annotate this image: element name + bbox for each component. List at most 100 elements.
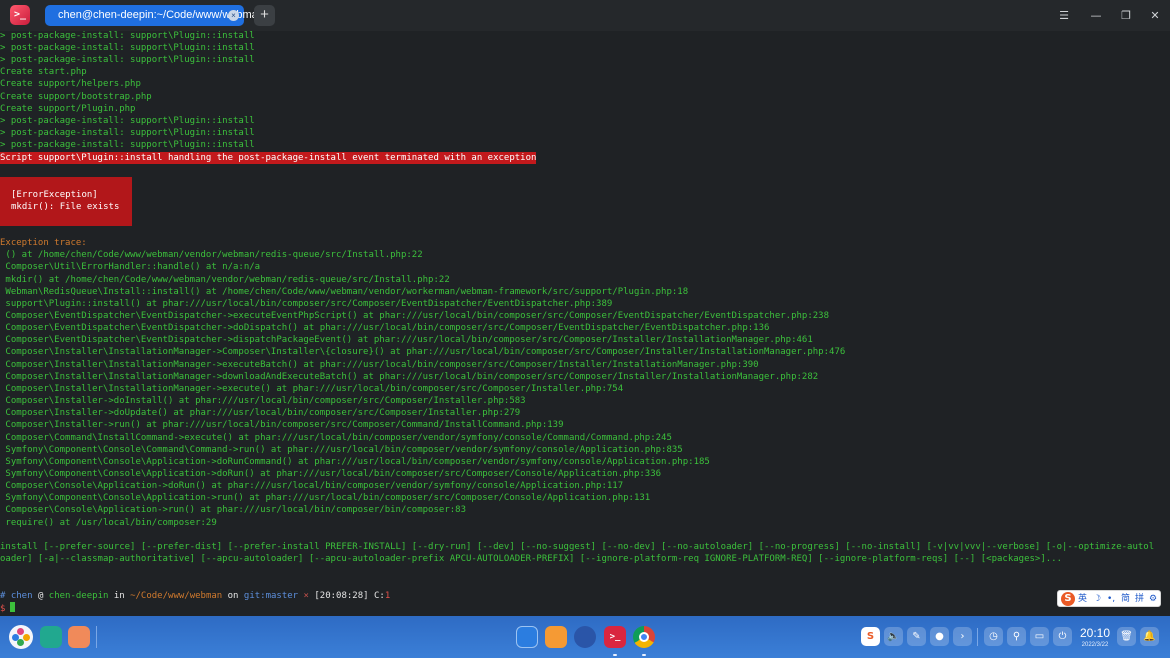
sogou-logo-icon[interactable]: S <box>1061 592 1075 606</box>
usage-line: oader] [-a|--classmap-authoritative] [--… <box>0 554 1063 564</box>
trace-line: Symfony\Component\Console\Application->r… <box>0 493 651 503</box>
trace-header: Exception trace: <box>0 238 87 248</box>
trace-line: Composer\Installer->doUpdate() at phar:/… <box>0 408 521 418</box>
trace-line: Webman\RedisQueue\Install::install() at … <box>0 287 689 297</box>
launcher-petal <box>17 639 24 646</box>
mouse-icon[interactable]: ● <box>930 627 949 646</box>
output-line: Create start.php <box>0 67 87 77</box>
trash-icon[interactable]: 🗑 <box>1117 627 1136 646</box>
output-line: > post-package-install: support\Plugin::… <box>0 43 255 53</box>
prompt-path: ~/Code/www/webman <box>130 591 223 601</box>
trace-line: Symfony\Component\Console\Command\Comman… <box>0 445 683 455</box>
minimize-button[interactable]: — <box>1088 8 1104 24</box>
trace-line: Composer\Installer\InstallationManager->… <box>0 360 759 370</box>
output-line: > post-package-install: support\Plugin::… <box>0 128 255 138</box>
output-line: Create support/helpers.php <box>0 79 141 89</box>
output-line: > post-package-install: support\Plugin::… <box>0 55 255 65</box>
trace-line: Composer\Installer\InstallationManager->… <box>0 347 846 357</box>
trace-line: () at /home/chen/Code/www/webman/vendor/… <box>0 250 423 260</box>
terminal-app-icon: >_ <box>10 5 30 25</box>
trace-line: Composer\Installer->run() at phar:///usr… <box>0 420 564 430</box>
launcher-petal <box>17 628 24 635</box>
output-line: > post-package-install: support\Plugin::… <box>0 31 255 41</box>
trace-line: Composer\EventDispatcher\EventDispatcher… <box>0 335 813 345</box>
workspace-icon[interactable] <box>68 626 90 648</box>
ime-settings-icon[interactable]: ⚙ <box>1149 593 1157 605</box>
text-cursor <box>10 602 16 612</box>
ime-punctuation-toggle[interactable]: •, <box>1107 593 1115 605</box>
trace-line: Composer\Console\Application->run() at p… <box>0 505 466 515</box>
close-window-button[interactable]: ✕ <box>1147 8 1163 24</box>
input-method-bar[interactable]: S 英 ☽ •, 简 拼 ⚙ <box>1057 590 1161 607</box>
error-box: [ErrorException] mkdir(): File exists <box>0 177 132 226</box>
prompt-user: chen <box>10 591 33 601</box>
trace-line: Symfony\Component\Console\Application->d… <box>0 457 710 467</box>
error-line: Script support\Plugin::install handling … <box>0 152 537 164</box>
taskbar: >_ S 🔈 ✎ ● › ◷ ⚲ ▭ ⏻ 20:10 2022/3/22 🗑 🔔 <box>0 616 1170 658</box>
launcher-icon[interactable] <box>9 625 33 649</box>
terminal-icon[interactable]: >_ <box>604 626 626 648</box>
clock-time[interactable]: 20:10 <box>1078 626 1112 640</box>
trace-line: mkdir() at /home/chen/Code/www/webman/ve… <box>0 275 450 285</box>
error-title: [ErrorException] <box>11 190 98 200</box>
trace-line: Composer\Console\Application->doRun() at… <box>0 481 624 491</box>
tab-terminal-session[interactable]: chen@chen-deepin:~/Code/www/webman × <box>45 5 264 26</box>
volume-icon[interactable]: 🔈 <box>884 627 903 646</box>
maximize-button[interactable]: ❐ <box>1118 8 1134 24</box>
error-message: mkdir(): File exists <box>11 202 120 212</box>
taskbar-divider <box>96 626 97 648</box>
input-line[interactable]: $ <box>0 602 16 614</box>
display-icon[interactable]: ▭ <box>1030 627 1049 646</box>
speedometer-icon[interactable]: ◷ <box>984 627 1003 646</box>
chrome-icon[interactable] <box>633 626 655 648</box>
launcher-petal <box>23 634 30 641</box>
file-manager-icon[interactable] <box>545 626 567 648</box>
clock-date[interactable]: 2022/3/22 <box>1078 641 1112 649</box>
tray-divider <box>977 628 978 646</box>
trace-line: Composer\EventDispatcher\EventDispatcher… <box>0 323 770 333</box>
multitask-view-icon[interactable] <box>40 626 62 648</box>
prompt-on: on <box>227 591 239 601</box>
trace-line: Symfony\Component\Console\Application->d… <box>0 469 662 479</box>
power-icon[interactable]: ⏻ <box>1053 627 1072 646</box>
usage-line: install [--prefer-source] [--prefer-dist… <box>0 542 1155 552</box>
output-line: > post-package-install: support\Plugin::… <box>0 116 255 126</box>
control-center-icon[interactable] <box>574 626 596 648</box>
prompt-dirty: × <box>303 591 309 601</box>
title-bar: >_ chen@chen-deepin:~/Code/www/webman × … <box>0 0 1170 31</box>
output-line: > post-package-install: support\Plugin::… <box>0 140 255 150</box>
prompt-in: in <box>113 591 125 601</box>
trace-line: Composer\Installer\InstallationManager->… <box>0 384 624 394</box>
tab-close-icon[interactable]: × <box>228 10 239 21</box>
menu-icon[interactable]: ☰ <box>1056 8 1072 24</box>
prompt-host: chen-deepin <box>48 591 109 601</box>
prompt-dollar: $ <box>0 604 6 614</box>
expand-tray-icon[interactable]: › <box>953 627 972 646</box>
sogou-tray-icon[interactable]: S <box>861 627 880 646</box>
trace-line: Composer\EventDispatcher\EventDispatcher… <box>0 311 830 321</box>
trace-line: support\Plugin::install() at phar:///usr… <box>0 299 613 309</box>
running-indicator <box>613 654 617 656</box>
search-icon[interactable]: ⚲ <box>1007 627 1026 646</box>
trace-line: Composer\Installer->doInstall() at phar:… <box>0 396 526 406</box>
ime-moon-icon[interactable]: ☽ <box>1093 593 1101 605</box>
new-tab-button[interactable]: + <box>254 5 275 26</box>
trace-line: require() at /usr/local/bin/composer:29 <box>0 518 217 528</box>
ime-simplified-toggle[interactable]: 简 <box>1121 593 1130 605</box>
notification-icon[interactable]: 🔔 <box>1140 627 1159 646</box>
trace-line: Composer\Util\ErrorHandler::handle() at … <box>0 262 261 272</box>
prompt-branch: master <box>265 591 299 601</box>
shell-prompt: # chen @ chen-deepin in ~/Code/www/webma… <box>0 590 390 602</box>
prompt-at: @ <box>37 591 44 601</box>
ime-pinyin-toggle[interactable]: 拼 <box>1135 593 1144 605</box>
terminal-output[interactable]: > post-package-install: support\Plugin::… <box>0 31 1170 616</box>
output-line: Create support/bootstrap.php <box>0 92 152 102</box>
launcher-petal <box>12 634 19 641</box>
app-store-icon[interactable] <box>516 626 538 648</box>
prompt-exit-code: 1 <box>384 591 391 601</box>
output-line: Create support/Plugin.php <box>0 104 136 114</box>
pen-icon[interactable]: ✎ <box>907 627 926 646</box>
ime-language-toggle[interactable]: 英 <box>1078 593 1087 605</box>
prompt-code-label: C: <box>373 591 385 601</box>
trace-line: Composer\Command\InstallCommand->execute… <box>0 433 672 443</box>
